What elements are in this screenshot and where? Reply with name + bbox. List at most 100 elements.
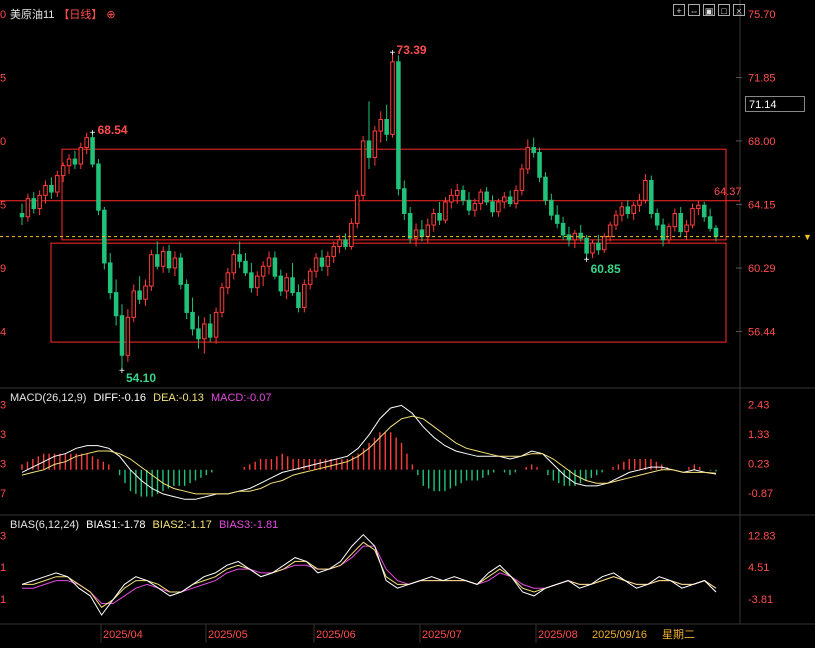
- add-indicator-icon[interactable]: ⊕: [106, 9, 115, 21]
- candle-body: [278, 275, 284, 292]
- candle-body: [319, 257, 325, 267]
- candle-body: [307, 270, 313, 285]
- local-high-marker: +: [90, 128, 96, 139]
- candle-body: [354, 194, 360, 224]
- candle-body: [378, 119, 384, 132]
- maximize-icon[interactable]: □: [718, 4, 730, 16]
- candle-body: [55, 175, 60, 193]
- candle-body: [454, 189, 460, 196]
- x-axis-label: 2025/08: [538, 629, 578, 641]
- candle-body: [466, 199, 472, 211]
- resistance-label: 64.37: [714, 186, 742, 198]
- bias2-value: BIAS2:-1.17: [152, 519, 212, 531]
- chart-header: 美原油11 【日线】 ⊕: [10, 6, 120, 22]
- price-axis-label: 75.70: [748, 9, 776, 21]
- macd-title[interactable]: MACD(26,12,9): [10, 392, 86, 404]
- weekday-label: 星期二: [662, 628, 695, 641]
- candle-body: [431, 212, 436, 226]
- bias-left-axis-label: 3: [0, 530, 6, 542]
- close-icon[interactable]: ×: [733, 4, 745, 16]
- candle-body: [554, 214, 560, 224]
- period-label[interactable]: 【日线】: [58, 9, 102, 21]
- macd-left-axis-label: 3: [0, 429, 6, 441]
- left-axis-label: 5: [0, 72, 6, 84]
- candle-body: [678, 212, 683, 233]
- candle-body: [519, 168, 525, 191]
- macd-axis-label: 2.43: [748, 400, 769, 412]
- left-axis-label: 4: [0, 327, 6, 339]
- macd-left-axis-label: 3: [0, 400, 6, 412]
- candle-body: [402, 188, 407, 214]
- candle-body: [643, 180, 648, 201]
- left-axis-label: 9: [0, 263, 6, 275]
- macd-value: MACD:-0.07: [210, 392, 272, 404]
- bias-header: BIAS(6,12,24) BIAS1:-1.78 BIAS2:-1.17 BI…: [10, 519, 282, 531]
- candle-body: [31, 198, 37, 210]
- candle-body: [696, 204, 701, 210]
- candle-body: [213, 311, 219, 338]
- candle-body: [543, 176, 548, 201]
- candle-body: [178, 257, 184, 285]
- price-axis-label: 68.00: [748, 136, 776, 148]
- bias-axis-label: 12.83: [748, 530, 776, 542]
- candle-body: [349, 222, 354, 247]
- candle-body: [343, 239, 348, 247]
- candle-body: [407, 212, 413, 239]
- crosshair-icon[interactable]: +: [673, 4, 685, 16]
- current-price-tag: 71.14: [745, 96, 805, 112]
- high-marker: +: [390, 48, 396, 59]
- candle-body: [443, 201, 448, 221]
- candle-body: [560, 222, 566, 236]
- candle-body: [72, 158, 78, 165]
- bias-axis-label: 4.51: [748, 562, 769, 574]
- candle-body: [549, 199, 554, 216]
- bias3-value: BIAS3:-1.81: [218, 519, 279, 531]
- candle-body: [19, 212, 25, 218]
- candle-body: [266, 257, 272, 267]
- current-date-label: 2025/09/16: [592, 629, 647, 641]
- candle-body: [219, 287, 225, 313]
- candle-body: [43, 184, 48, 196]
- low-marker: +: [119, 366, 125, 377]
- candle-body: [231, 254, 236, 274]
- bias-left-axis-label: 1: [0, 562, 6, 574]
- candle-body: [313, 257, 319, 272]
- candle-body: [254, 275, 260, 289]
- candle-body: [590, 242, 595, 254]
- candle-body: [190, 311, 195, 330]
- macd-axis-label: -0.87: [748, 488, 773, 500]
- image-icon[interactable]: ▣: [703, 4, 715, 16]
- candle-body: [243, 260, 248, 274]
- candle-body: [360, 140, 366, 196]
- candle-body: [202, 323, 207, 340]
- range-box-upper: [61, 148, 727, 241]
- candle-body: [490, 201, 495, 213]
- candle-body: [207, 323, 213, 338]
- candle-body: [472, 203, 478, 211]
- bias-left-axis-label: 1: [0, 594, 6, 606]
- expand-icon[interactable]: ⇔: [688, 4, 700, 16]
- x-axis-label: 2025/07: [422, 629, 462, 641]
- candle-body: [196, 328, 201, 340]
- candle-body: [613, 214, 619, 226]
- candle-body: [502, 196, 507, 203]
- price-axis-label: 71.85: [748, 72, 776, 84]
- candle-body: [237, 254, 242, 262]
- symbol-title: 美原油11: [10, 9, 55, 21]
- bias-title[interactable]: BIAS(6,12,24): [10, 519, 79, 531]
- candle-body: [507, 196, 513, 205]
- bias-axis-label: -3.81: [748, 594, 773, 606]
- candle-body: [225, 272, 231, 289]
- candle-body: [149, 254, 154, 287]
- bias3-line: [22, 545, 717, 604]
- chart-toolbar: + ⇔ ▣ □ ×: [673, 4, 745, 16]
- candle-body: [496, 201, 501, 213]
- candle-body: [155, 254, 160, 267]
- candle-body: [90, 137, 95, 165]
- candle-body: [96, 163, 101, 211]
- macd-axis-label: 0.23: [748, 459, 769, 471]
- chart-stage: 75.70 71.85 68.00 64.15 60.29 56.44 0 5 0 5 9 4 64.3…: [0, 0, 815, 643]
- candle-body: [478, 191, 484, 205]
- candle-body: [419, 229, 425, 238]
- candle-body: [272, 257, 278, 277]
